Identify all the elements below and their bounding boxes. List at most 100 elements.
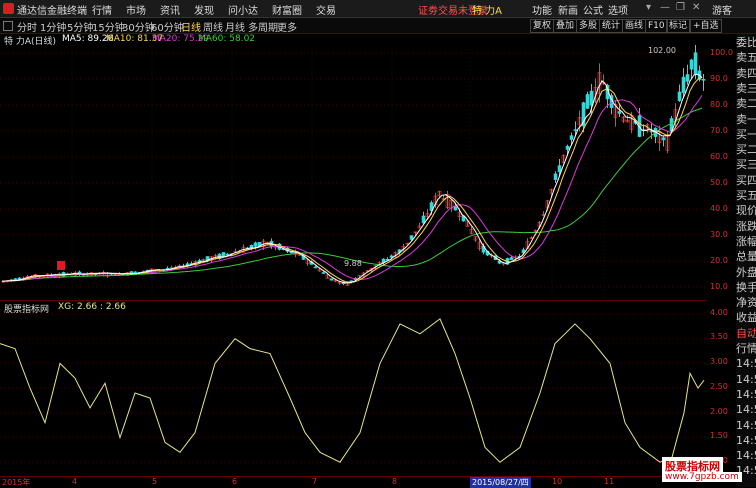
- tab-period-more[interactable]: 更多: [277, 19, 297, 34]
- side-label: 换手: [736, 280, 756, 294]
- tab-period-weekly[interactable]: 周线: [203, 19, 223, 34]
- mark-button[interactable]: 标记: [666, 19, 691, 33]
- candle: [313, 266, 318, 269]
- statistics-button[interactable]: 统计: [599, 19, 624, 33]
- side-label: 卖三: [736, 81, 756, 95]
- candle: [617, 111, 622, 114]
- candle: [701, 79, 706, 81]
- menu-gongneng[interactable]: 功能: [532, 2, 552, 17]
- date-tick: 6: [232, 477, 238, 486]
- candle: [589, 90, 594, 106]
- date-tick: 11: [604, 477, 615, 486]
- minimize-icon[interactable]: ▾: [646, 2, 651, 13]
- menu-shichang[interactable]: 市场: [126, 2, 146, 17]
- tab-period-monthly[interactable]: 月线: [225, 19, 245, 34]
- restore-window-icon[interactable]: ❐: [676, 2, 685, 13]
- tab-period-multi[interactable]: 多周期: [248, 19, 278, 34]
- side-label: 买一: [736, 127, 756, 141]
- close-window-icon[interactable]: ✕: [692, 2, 700, 13]
- side-label: 买二: [736, 143, 756, 157]
- tab-period-daily[interactable]: 日线: [181, 19, 201, 34]
- price-tick: 50.0: [710, 178, 728, 187]
- menu-xuanxiang[interactable]: 选项: [608, 2, 628, 17]
- tab-period-15min[interactable]: 15分钟: [92, 19, 125, 34]
- side-label: 卖二: [736, 97, 756, 111]
- menu-wenxiaoda[interactable]: 问小达: [228, 2, 258, 17]
- guest-user[interactable]: 游客: [712, 2, 732, 17]
- tab-period-1min[interactable]: 1分钟: [40, 19, 66, 34]
- side-label: 收益: [736, 311, 756, 325]
- indicator-tick: 3.50: [710, 332, 728, 341]
- overlay-button[interactable]: 叠加: [553, 19, 578, 33]
- indicator-tick: 1.50: [710, 431, 728, 440]
- side-label: 现价: [736, 204, 756, 218]
- date-tick: 5: [152, 477, 158, 486]
- stock-title: 特 力A: [472, 6, 503, 17]
- side-label: 卖四: [736, 66, 756, 80]
- candle: [585, 94, 590, 109]
- side-label: 净资: [736, 296, 756, 310]
- period-toolbar: 分时 1分钟 5分钟 15分钟 30分钟 60分钟 日线 周线 月线 多周期 更…: [0, 18, 756, 34]
- side-label: 卖五: [736, 51, 756, 65]
- indicator-tick: 2.00: [710, 407, 728, 416]
- candlestick-chart[interactable]: 102.00 9.88: [0, 45, 707, 300]
- menu-caifuquan[interactable]: 财富圈: [272, 2, 302, 17]
- high-annotation: 102.00: [648, 46, 676, 55]
- price-tick: 70.0: [710, 126, 728, 135]
- f10-button[interactable]: F10: [645, 19, 668, 33]
- price-tick: 80.0: [710, 100, 728, 109]
- menu-gongshi[interactable]: 公式: [583, 2, 603, 17]
- side-label: 涨幅: [736, 234, 756, 248]
- tab-period-30min[interactable]: 30分钟: [122, 19, 155, 34]
- menu-faxian[interactable]: 发现: [194, 2, 214, 17]
- menu-jiaoyi[interactable]: 交易: [316, 2, 336, 17]
- toggle-panel-icon[interactable]: [3, 21, 13, 31]
- candle: [565, 145, 570, 150]
- menu-xinhua[interactable]: 新画: [558, 2, 578, 17]
- side-label: 14:50: [736, 403, 756, 417]
- tab-period-fenshi[interactable]: 分时: [17, 19, 37, 34]
- menu-zixun[interactable]: 资讯: [160, 2, 180, 17]
- candle: [253, 242, 258, 247]
- candle: [225, 253, 230, 256]
- app-name: 通达信金融终端: [17, 6, 87, 17]
- ma20-line: [1, 95, 703, 282]
- indicator-axis: 4.00 3.50 3.00 2.50 2.00 1.50 1.00: [707, 308, 737, 477]
- minimize-window-icon[interactable]: —: [660, 2, 670, 13]
- side-label: 总量: [736, 250, 756, 264]
- tab-period-60min[interactable]: 60分钟: [151, 19, 184, 34]
- side-label: 买三: [736, 158, 756, 172]
- menu-hangqing[interactable]: 行情: [92, 2, 112, 17]
- candle: [681, 76, 686, 93]
- watermark-url: www.7gpzb.com: [662, 472, 742, 482]
- quote-side-panel: 委比 卖五 卖四 卖三 卖二 卖一 买一 买二 买三 买四 买五 现价 涨跌 涨幅 总量 外盘 换手 净资 收益 自动…: [736, 34, 756, 487]
- indicator-chart[interactable]: [0, 312, 707, 477]
- ma10-line: [1, 76, 703, 283]
- indicator-tick: 3.00: [710, 357, 728, 366]
- add-favorite-button[interactable]: +自选: [690, 19, 722, 33]
- side-label: 行情: [736, 342, 756, 355]
- cursor-date: 2015/08/27/四: [470, 477, 531, 488]
- price-tick: 90.0: [710, 74, 728, 83]
- event-marker-icon[interactable]: [57, 261, 65, 270]
- side-label: 14:50: [736, 433, 756, 447]
- side-label: 外盘: [736, 265, 756, 279]
- side-label: 14:50: [736, 357, 756, 371]
- date-axis: 2015年 4 5 6 7 8 2015/08/27/四 10 11: [0, 476, 707, 488]
- candle: [661, 137, 666, 141]
- multi-stock-button[interactable]: 多股: [576, 19, 601, 33]
- price-tick: 10.0: [710, 282, 728, 291]
- price-tick: 30.0: [710, 230, 728, 239]
- candle: [421, 215, 426, 224]
- side-label: 自动: [736, 326, 756, 340]
- indicator-tick: 4.00: [710, 308, 728, 317]
- side-label: 买五: [736, 189, 756, 202]
- price-tick: 60.0: [710, 152, 728, 161]
- fuquan-button[interactable]: 复权: [530, 19, 555, 33]
- app-logo-icon: [3, 3, 14, 14]
- ma60-readout: MA60: 58.02: [198, 34, 256, 44]
- draw-line-button[interactable]: 画线: [622, 19, 647, 33]
- tab-period-5min[interactable]: 5分钟: [67, 19, 93, 34]
- candle: [409, 235, 414, 240]
- price-tick: 100.0: [710, 48, 733, 57]
